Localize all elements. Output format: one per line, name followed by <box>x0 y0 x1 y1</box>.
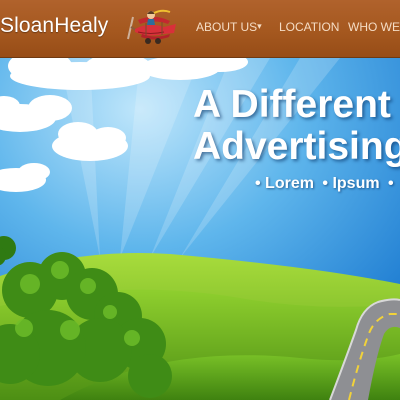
hero-bullet-list: • Lorem • Ipsum • <box>255 175 398 193</box>
site-logo-text[interactable]: SloanHealy <box>0 14 108 38</box>
hero-bullet: • <box>388 175 394 192</box>
airplane-icon <box>127 9 176 44</box>
nav-item-who-we-are[interactable]: WHO WE A <box>348 20 400 34</box>
nav-item-location[interactable]: LOCATION <box>279 20 339 34</box>
hero-bullet: • Lorem <box>255 175 314 192</box>
hero-heading-line-2: Advertising <box>193 125 400 168</box>
hero-heading-line-1: A Different K <box>193 83 400 126</box>
hero-banner: A Different K Advertising • Lorem • Ipsu… <box>0 58 400 400</box>
site-header: SloanHealy ABOUT US▾ LOCATION WHO WE A <box>0 0 400 58</box>
hero-bullet: • Ipsum <box>322 175 380 192</box>
nav-label: ABOUT US <box>196 20 258 34</box>
caret-down-icon: ▾ <box>257 21 262 31</box>
hero-heading: A Different K Advertising <box>193 84 400 168</box>
nav-item-about-us[interactable]: ABOUT US▾ <box>196 20 262 34</box>
